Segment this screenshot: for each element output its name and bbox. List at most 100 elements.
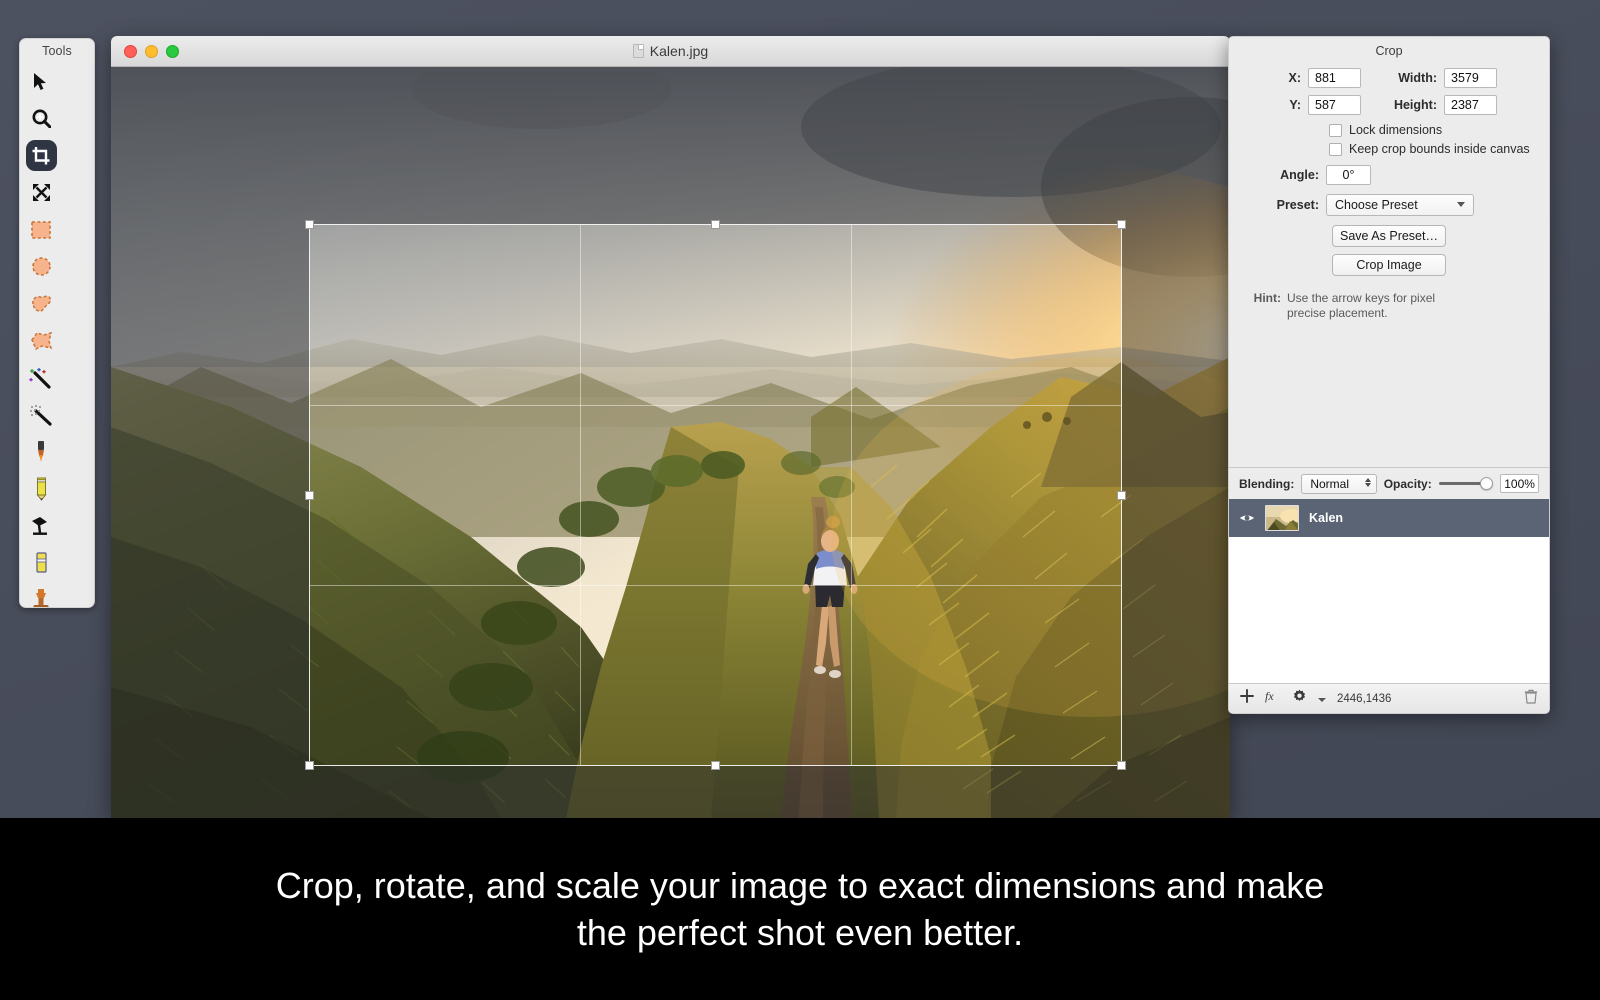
dashed-rectangle-icon: [30, 220, 52, 240]
crop-tool[interactable]: [24, 137, 58, 174]
blending-mode-select[interactable]: Normal: [1301, 473, 1377, 494]
clone-stamp-tool[interactable]: [24, 581, 58, 607]
rectangular-select-tool[interactable]: [24, 211, 58, 248]
eye-icon[interactable]: [1239, 512, 1255, 524]
transform-tool[interactable]: [24, 174, 58, 211]
tools-palette-title: Tools: [42, 44, 72, 58]
crop-grid-line-horizontal-2: [310, 584, 1121, 586]
opacity-value-input[interactable]: 100%: [1500, 474, 1539, 493]
four-arrows-icon: [32, 183, 51, 202]
crop-handle-bottom-right[interactable]: [1117, 761, 1126, 770]
blending-label: Blending:: [1239, 476, 1295, 491]
clone-stamp-icon: [31, 588, 51, 607]
arrow-pointer-icon: [33, 72, 49, 91]
paintbrush-icon: [34, 440, 48, 464]
layers-list: Kalen: [1229, 499, 1549, 683]
crop-handle-top-right[interactable]: [1117, 220, 1126, 229]
tools-grid: [20, 61, 94, 607]
stepper-arrows-icon: [1364, 477, 1371, 487]
layers-footer-toolbar: fx 2446,1436: [1229, 683, 1549, 713]
magic-wand-icon: [29, 367, 53, 389]
crop-width-label: Width:: [1398, 71, 1437, 85]
lasso-tool[interactable]: [24, 285, 58, 322]
pencil-tool[interactable]: [24, 470, 58, 507]
svg-text:fx: fx: [1265, 689, 1274, 703]
crop-height-input[interactable]: 2387: [1444, 95, 1497, 115]
crop-x-width-row: X: 881 Width: 3579: [1241, 68, 1537, 88]
crop-grid-line-vertical-2: [850, 225, 852, 765]
lock-dimensions-checkbox[interactable]: [1329, 123, 1342, 137]
app-root: Tools Kalen.jpg Crop X: 881 Width: 3579 …: [0, 0, 1600, 1000]
polygon-lasso-tool[interactable]: [24, 322, 58, 359]
crop-icon: [31, 146, 51, 166]
crop-handle-right-middle[interactable]: [1117, 490, 1126, 500]
crop-hint: Hint: Use the arrow keys for pixel preci…: [1241, 283, 1537, 321]
quick-select-wand-icon: [29, 404, 53, 426]
crop-width-input[interactable]: 3579: [1444, 68, 1497, 88]
layer-name: Kalen: [1309, 511, 1344, 525]
crop-handle-bottom-middle[interactable]: [711, 761, 720, 770]
plus-icon[interactable]: [1240, 689, 1254, 708]
image-window: Kalen.jpg: [111, 36, 1230, 818]
dashed-ellipse-icon: [31, 256, 52, 277]
crop-x-input[interactable]: 881: [1308, 68, 1361, 88]
crop-height-label: Height:: [1393, 98, 1437, 112]
crop-image-button[interactable]: Crop Image: [1332, 254, 1446, 276]
crop-handle-bottom-left[interactable]: [305, 761, 314, 770]
elliptical-select-tool[interactable]: [24, 248, 58, 285]
magnifier-plus-icon: [32, 109, 51, 128]
layer-thumbnail: [1265, 505, 1299, 531]
crop-y-input[interactable]: 587: [1308, 95, 1361, 115]
blending-mode-value: Normal: [1310, 476, 1349, 491]
keep-crop-bounds-checkbox[interactable]: [1329, 142, 1342, 156]
window-title: Kalen.jpg: [649, 43, 709, 59]
trash-icon[interactable]: [1524, 689, 1538, 709]
crop-hint-key: Hint:: [1253, 291, 1281, 305]
paintbrush-tool[interactable]: [24, 433, 58, 470]
crop-inspector-panel: Crop X: 881 Width: 3579 Y: 587 Height: 2…: [1228, 36, 1550, 714]
paint-bucket-tool[interactable]: [24, 507, 58, 544]
save-as-preset-button[interactable]: Save As Preset…: [1332, 225, 1446, 247]
crop-handle-left-middle[interactable]: [305, 490, 314, 500]
crop-selection-rectangle[interactable]: [305, 220, 1126, 770]
lasso-icon: [30, 294, 53, 314]
chevron-down-icon[interactable]: [1318, 690, 1326, 708]
table-row[interactable]: Kalen: [1229, 499, 1549, 537]
crop-angle-label: Angle:: [1280, 168, 1319, 182]
move-tool[interactable]: [24, 63, 58, 100]
image-canvas[interactable]: [111, 67, 1230, 818]
crop-clear-region: [310, 225, 1121, 765]
magic-wand-tool[interactable]: [24, 359, 58, 396]
chevron-down-icon: [1457, 202, 1465, 207]
crop-preset-selected-value: Choose Preset: [1335, 198, 1418, 212]
gear-icon[interactable]: [1292, 689, 1307, 709]
crop-hint-text: Use the arrow keys for pixel precise pla…: [1287, 291, 1436, 320]
window-title-group: Kalen.jpg: [111, 43, 1230, 59]
crop-preset-select[interactable]: Choose Preset: [1326, 194, 1474, 216]
keep-crop-bounds-row[interactable]: Keep crop bounds inside canvas: [1241, 142, 1537, 156]
caption-bar: Crop, rotate, and scale your image to ex…: [0, 818, 1600, 1000]
crop-grid-line-vertical-1: [580, 225, 582, 765]
lock-dimensions-row[interactable]: Lock dimensions: [1241, 123, 1537, 137]
window-titlebar: Kalen.jpg: [111, 36, 1230, 67]
layer-blending-bar: Blending: Normal Opacity: 100%: [1229, 467, 1549, 499]
crop-angle-input[interactable]: 0°: [1326, 165, 1371, 185]
fx-icon[interactable]: fx: [1265, 689, 1281, 708]
crop-handle-top-middle[interactable]: [711, 220, 720, 229]
crop-y-label: Y:: [1289, 98, 1301, 112]
opacity-slider-knob[interactable]: [1480, 477, 1494, 490]
opacity-slider[interactable]: [1438, 477, 1494, 491]
crop-y-height-row: Y: 587 Height: 2387: [1241, 95, 1537, 115]
document-icon: [632, 44, 644, 58]
eraser-tool[interactable]: [24, 544, 58, 581]
tools-palette: Tools: [19, 38, 95, 608]
inspector-title: Crop: [1375, 44, 1403, 58]
crop-preset-row: Preset: Choose Preset: [1241, 194, 1537, 216]
quick-select-tool[interactable]: [24, 396, 58, 433]
pencil-icon: [35, 477, 48, 501]
crop-x-label: X:: [1288, 71, 1302, 85]
caption-text: Crop, rotate, and scale your image to ex…: [275, 865, 1325, 953]
paint-bucket-icon: [29, 515, 53, 537]
zoom-tool[interactable]: [24, 100, 58, 137]
crop-handle-top-left[interactable]: [305, 220, 314, 229]
